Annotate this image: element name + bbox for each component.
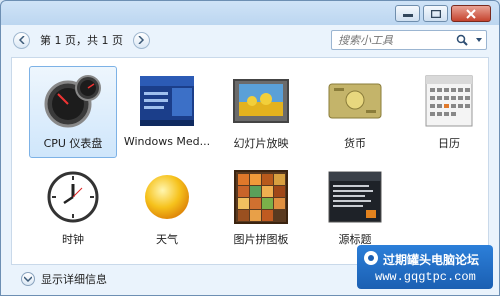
maximize-button[interactable]	[423, 5, 448, 22]
gadget-feed-headlines[interactable]: 源标题	[311, 162, 399, 254]
gadget-currency[interactable]: 货币	[311, 66, 399, 158]
toolbar: 第 1 页，共 1 页	[13, 27, 487, 53]
gadget-cpu-meter[interactable]: CPU 仪表盘	[29, 66, 117, 158]
calendar-icon	[418, 73, 480, 129]
chevron-right-icon	[138, 36, 145, 44]
gadget-label: CPU 仪表盘	[43, 137, 103, 150]
watermark-url: www.gqgtpc.com	[375, 270, 476, 284]
gadget-gallery-window: 第 1 页，共 1 页 搜索小工具 CPU 仪表盘 Windows Med...…	[0, 0, 500, 296]
maximize-icon	[430, 9, 441, 18]
show-details-toggle[interactable]: 显示详细信息	[21, 271, 107, 287]
watermark-title: 过期罐头电脑论坛	[383, 253, 480, 267]
gadget-picture-puzzle[interactable]: 图片拼图板	[217, 162, 305, 254]
page-indicator: 第 1 页，共 1 页	[40, 34, 123, 47]
gadget-weather[interactable]: 天气	[123, 162, 211, 254]
gadget-label: 货币	[344, 137, 366, 150]
gadget-label: 日历	[438, 137, 460, 150]
gadget-label: Windows Med...	[123, 135, 211, 148]
chevron-left-icon	[18, 36, 25, 44]
search-box	[331, 30, 487, 50]
minimize-icon	[402, 13, 413, 17]
gadget-label: 时钟	[62, 233, 84, 246]
gadget-label: 图片拼图板	[233, 233, 289, 246]
weather-icon	[136, 169, 198, 225]
show-details-label: 显示详细信息	[41, 273, 107, 286]
gadget-label: 天气	[156, 233, 178, 246]
watermark: 过期罐头电脑论坛 www.gqgtpc.com	[357, 245, 493, 289]
gadget-label: 幻灯片放映	[233, 137, 289, 150]
gadget-slideshow[interactable]: 幻灯片放映	[217, 66, 305, 158]
gadget-calendar[interactable]: 日历	[405, 66, 493, 158]
expand-chevron-icon	[21, 272, 35, 286]
windows-media-center-icon	[136, 73, 198, 129]
search-input[interactable]	[336, 32, 460, 48]
close-button[interactable]	[451, 5, 491, 22]
cpu-meter-icon	[42, 73, 104, 129]
feed-headlines-icon	[324, 169, 386, 225]
gadget-clock[interactable]: 时钟	[29, 162, 117, 254]
window-controls	[395, 5, 491, 22]
slideshow-icon	[230, 73, 292, 129]
currency-icon	[324, 73, 386, 129]
clock-icon	[42, 169, 104, 225]
search-icon[interactable]	[456, 34, 468, 46]
next-page-button[interactable]	[132, 31, 150, 49]
minimize-button[interactable]	[395, 5, 420, 22]
chevron-down-icon[interactable]	[476, 38, 482, 42]
gadget-grid: CPU 仪表盘 Windows Med... 幻灯片放映 货币 日历 时钟 天气…	[26, 66, 496, 258]
gadget-windows-media-center[interactable]: Windows Med...	[123, 66, 211, 158]
watermark-logo-icon	[364, 251, 378, 265]
close-icon	[466, 8, 476, 19]
gadget-panel: CPU 仪表盘 Windows Med... 幻灯片放映 货币 日历 时钟 天气…	[11, 57, 489, 265]
picture-puzzle-icon	[230, 169, 292, 225]
prev-page-button[interactable]	[13, 31, 30, 49]
